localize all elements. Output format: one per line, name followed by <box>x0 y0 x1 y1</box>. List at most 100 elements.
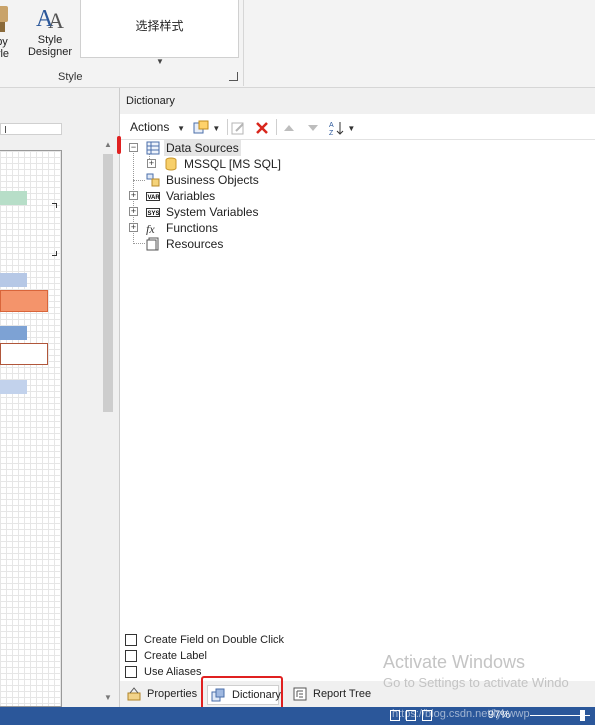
svg-text:A: A <box>48 8 64 33</box>
style-designer-button[interactable]: AA Style Designer <box>26 0 74 58</box>
option-label: Create Label <box>144 650 207 662</box>
chevron-down-icon: ▼ <box>172 124 186 133</box>
tree-item-label: Business Objects <box>166 173 259 187</box>
chevron-down-icon: ▼ <box>347 124 356 133</box>
actions-menu-button[interactable]: Actions ▼ <box>130 118 185 138</box>
tree-item-label: Resources <box>166 237 224 251</box>
report-page[interactable] <box>0 150 62 707</box>
preview-icon[interactable] <box>406 710 416 721</box>
horizontal-ruler <box>0 123 62 135</box>
sort-button[interactable]: AZ ▼ <box>328 118 355 138</box>
tree-item-label: MSSQL [MS SQL] <box>184 157 281 171</box>
view-mode-icons[interactable] <box>390 710 450 722</box>
report-band-outlined[interactable] <box>0 343 48 365</box>
dictionary-panel-title: Dictionary <box>126 95 175 107</box>
system-variables-icon: SYS <box>146 208 160 217</box>
checkbox[interactable] <box>125 650 137 662</box>
page-margin-corner <box>52 203 57 208</box>
expand-icon[interactable]: + <box>129 191 138 200</box>
business-objects-icon <box>146 173 160 187</box>
svg-text:SYS: SYS <box>148 211 160 217</box>
actions-label: Actions <box>130 120 170 134</box>
dictionary-toolbar: Actions ▼ ▼ AZ ▼ <box>120 114 595 140</box>
report-tree-icon <box>293 687 307 701</box>
tree-item-resources[interactable]: Resources <box>120 236 320 252</box>
tree-item-mssql[interactable]: + MSSQL [MS SQL] <box>120 156 320 172</box>
new-item-button[interactable]: ▼ <box>193 118 220 138</box>
expand-icon[interactable]: + <box>129 223 138 232</box>
tree-item-label: Functions <box>166 221 219 235</box>
scrollbar-thumb[interactable] <box>103 154 113 412</box>
svg-text:fx: fx <box>146 222 155 235</box>
toolbar-separator <box>227 119 228 135</box>
checkbox[interactable] <box>125 666 137 678</box>
tree-item-functions[interactable]: + fx Functions <box>120 220 320 236</box>
tree-item-label: Data Sources <box>164 140 241 156</box>
status-bar: https://blog.csdn.net/lybwwp 97% <box>0 707 595 725</box>
code-view-icon[interactable] <box>422 710 432 721</box>
tab-label: Properties <box>147 688 198 700</box>
delete-icon <box>256 121 268 134</box>
collapse-icon[interactable]: − <box>129 143 138 152</box>
delete-button[interactable] <box>254 118 270 136</box>
edit-button[interactable] <box>230 118 246 136</box>
zoom-level: 97% <box>488 709 511 721</box>
tab-report-tree[interactable]: Report Tree <box>293 685 383 705</box>
data-sources-icon <box>146 141 160 155</box>
report-band-footer[interactable] <box>0 380 27 394</box>
report-band-selected[interactable] <box>0 290 48 312</box>
ribbon-group-label: Style <box>58 71 83 83</box>
expand-icon[interactable]: + <box>147 159 156 168</box>
move-down-button[interactable] <box>305 118 321 136</box>
edit-icon <box>231 122 244 135</box>
move-up-icon <box>284 124 294 131</box>
tree-item-system-variables[interactable]: + SYS System Variables <box>120 204 320 220</box>
tree-item-variables[interactable]: + VAR Variables <box>120 188 320 204</box>
tree-item-data-sources[interactable]: − Data Sources <box>120 140 320 156</box>
scroll-up-icon[interactable]: ▲ <box>104 140 112 149</box>
watermark-title: Activate Windows <box>383 652 526 672</box>
report-band-data[interactable] <box>0 273 27 287</box>
scroll-down-icon[interactable]: ▼ <box>104 693 112 702</box>
copy-style-label-2: yle <box>0 48 10 60</box>
page-margin-corner <box>52 251 57 256</box>
checkbox[interactable] <box>125 634 137 646</box>
properties-icon <box>127 687 141 701</box>
report-band-group[interactable] <box>0 326 27 340</box>
zoom-slider-thumb[interactable] <box>580 710 585 721</box>
tab-label: Report Tree <box>313 688 372 700</box>
svg-text:VAR: VAR <box>148 195 161 201</box>
resources-icon <box>146 237 159 251</box>
tree-item-label: System Variables <box>166 205 259 219</box>
copy-style-button[interactable]: py yle <box>0 2 16 60</box>
dictionary-tree: − Data Sources + MSSQL [MS SQL] Business… <box>120 140 595 680</box>
ribbon: py yle AA Style Designer 选择样式 ▼ Style <box>0 0 595 88</box>
dictionary-panel-header: Dictionary <box>120 88 595 114</box>
database-icon <box>165 157 177 171</box>
style-designer-icon: AA <box>26 0 74 34</box>
functions-icon: fx <box>146 222 155 235</box>
tab-properties[interactable]: Properties <box>127 685 201 705</box>
page-view-icon[interactable] <box>390 710 400 721</box>
designer-vertical-scrollbar[interactable]: ▲ ▼ <box>100 137 117 705</box>
toolbar-separator <box>276 119 277 135</box>
variables-icon: VAR <box>146 192 161 201</box>
style-designer-label-1: Style <box>37 34 63 46</box>
style-selector[interactable]: 选择样式 <box>80 0 239 58</box>
chevron-down-icon: ▼ <box>212 124 221 133</box>
dialog-launcher-icon[interactable] <box>229 72 238 81</box>
expand-icon[interactable]: + <box>129 207 138 216</box>
new-item-icon <box>193 120 209 134</box>
report-designer-canvas[interactable]: ▲ ▼ <box>0 88 119 707</box>
activate-windows-watermark: Activate Windows Go to Settings to activ… <box>383 651 569 692</box>
report-band-header[interactable] <box>0 191 27 205</box>
copy-style-label-1: py <box>0 36 8 48</box>
option-label: Create Field on Double Click <box>144 634 285 646</box>
move-up-button[interactable] <box>281 118 297 136</box>
ribbon-group-divider <box>243 0 244 86</box>
tree-item-business-objects[interactable]: Business Objects <box>120 172 320 188</box>
sort-az-icon: AZ <box>329 121 344 136</box>
style-selector-text: 选择样式 <box>135 19 184 33</box>
option-label: Use Aliases <box>144 666 202 678</box>
style-selector-dropdown-icon[interactable]: ▼ <box>156 57 164 66</box>
